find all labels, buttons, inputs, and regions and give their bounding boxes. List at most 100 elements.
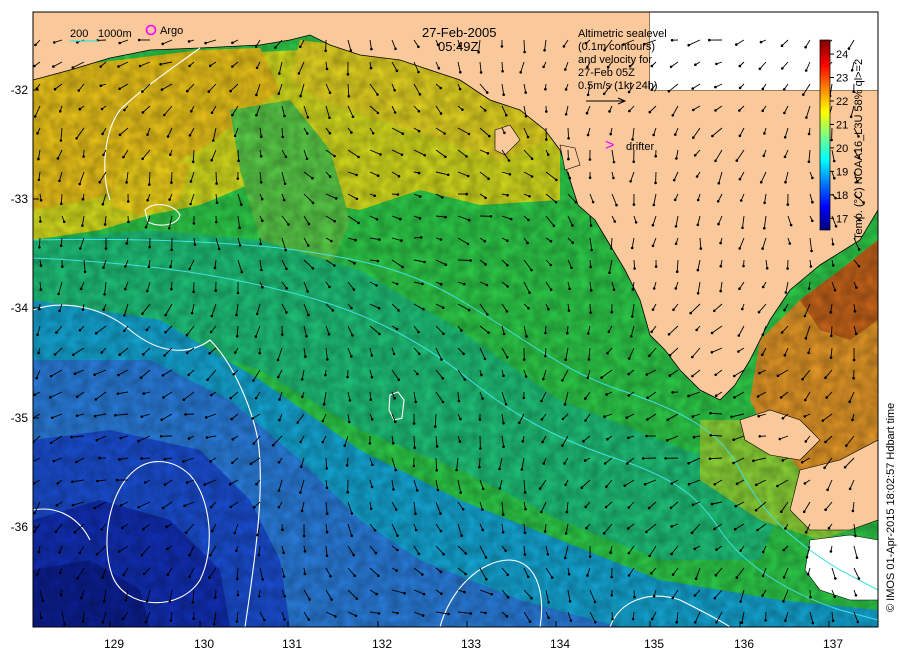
velocity-arrow-head xyxy=(687,482,691,486)
velocity-arrow-head xyxy=(714,373,717,377)
velocity-arrow-head xyxy=(695,328,698,332)
velocity-arrow-head xyxy=(830,334,833,338)
velocity-arrow-head xyxy=(481,528,485,532)
velocity-arrow-head xyxy=(252,379,255,382)
velocity-arrow-head xyxy=(691,415,695,418)
velocity-arrow-head xyxy=(58,179,61,183)
velocity-arrow-head xyxy=(231,461,234,465)
velocity-arrow-head xyxy=(325,486,329,490)
velocity-arrow-head xyxy=(802,510,806,513)
velocity-arrow-head xyxy=(611,617,614,621)
velocity-arrow-head xyxy=(484,196,487,200)
velocity-arrow-head xyxy=(95,438,99,442)
velocity-arrow-head xyxy=(855,286,858,289)
velocity-arrow-head xyxy=(757,414,760,418)
velocity-arrow-head xyxy=(738,134,742,138)
velocity-arrow-head xyxy=(351,334,354,337)
velocity-arrow-head xyxy=(443,132,446,135)
velocity-arrow-head xyxy=(141,312,144,316)
velocity-arrow-head xyxy=(489,215,493,218)
velocity-arrow-head xyxy=(699,247,703,250)
velocity-arrow-head xyxy=(446,173,450,177)
velocity-arrow-head xyxy=(612,160,616,164)
velocity-arrow-head xyxy=(652,133,655,137)
velocity-arrow-head xyxy=(523,531,527,535)
velocity-arrow-head xyxy=(854,332,858,336)
velocity-arrow-head xyxy=(523,491,527,494)
velocity-arrow-head xyxy=(654,181,657,185)
velocity-arrow-head xyxy=(118,458,121,461)
velocity-arrow-head xyxy=(691,355,694,359)
velocity-arrow-head xyxy=(256,533,259,537)
velocity-arrow-head xyxy=(695,175,699,178)
velocity-arrow-head xyxy=(542,377,545,381)
velocity-arrow-head xyxy=(376,259,380,263)
velocity-arrow-head xyxy=(563,462,566,465)
velocity-arrow-head xyxy=(161,506,165,510)
velocity-arrow-head xyxy=(612,176,615,180)
velocity-arrow-head xyxy=(164,331,167,334)
velocity-arrow-head xyxy=(57,292,60,296)
velocity-arrow-head xyxy=(166,135,170,138)
velocity-arrow-head xyxy=(550,576,554,579)
velocity-arrow-head xyxy=(784,291,788,294)
velocity-arrow-head xyxy=(230,417,233,421)
velocity-arrow-head xyxy=(607,330,611,334)
velocity-arrow-head xyxy=(93,506,96,510)
velocity-arrow-head xyxy=(71,503,75,507)
velocity-arrow-head xyxy=(783,308,786,312)
velocity-arrow xyxy=(478,457,481,468)
velocity-arrow-head xyxy=(284,248,288,252)
velocity-arrow-head xyxy=(755,483,758,487)
velocity-arrow-head xyxy=(498,467,501,471)
velocity-arrow-head xyxy=(56,157,60,160)
velocity-arrow-head xyxy=(602,531,606,535)
velocity-arrow-head xyxy=(807,132,811,136)
velocity-arrow-head xyxy=(500,45,504,48)
velocity-arrow-head xyxy=(735,576,739,579)
velocity-arrow-head xyxy=(627,551,631,555)
velocity-arrow-head xyxy=(141,90,144,93)
velocity-arrow-head xyxy=(584,397,587,400)
velocity-arrow-head xyxy=(417,129,421,133)
velocity-arrow-head xyxy=(159,435,163,438)
velocity-arrow xyxy=(38,237,41,248)
velocity-arrow-head xyxy=(627,574,631,577)
velocity-arrow-head xyxy=(278,418,281,422)
velocity-arrow-head xyxy=(522,396,526,400)
velocity-arrow-head xyxy=(633,595,636,599)
velocity-arrow-head xyxy=(38,246,41,249)
velocity-arrow-head xyxy=(691,503,695,507)
velocity-arrow-head xyxy=(627,357,631,360)
velocity-arrow-head xyxy=(311,267,315,270)
velocity-arrow-head xyxy=(782,548,786,552)
velocity-arrow xyxy=(501,61,504,72)
velocity-arrow-head xyxy=(608,271,611,275)
velocity-arrow-head xyxy=(694,621,697,624)
velocity-arrow-head xyxy=(824,440,827,444)
velocity-arrow-head xyxy=(440,358,443,361)
velocity-arrow-head xyxy=(826,488,829,492)
velocity-arrow-head xyxy=(36,132,39,135)
velocity-arrow-head xyxy=(547,616,550,619)
velocity-arrow-head xyxy=(73,530,77,534)
velocity-arrow-head xyxy=(325,512,329,515)
velocity-arrow-head xyxy=(544,354,547,358)
velocity-arrow-head xyxy=(261,578,265,581)
velocity-arrow-head xyxy=(561,444,564,447)
velocity-arrow-head xyxy=(94,332,98,335)
velocity-arrow-head xyxy=(354,614,358,618)
velocity-arrow-head xyxy=(478,418,482,421)
velocity-arrow-head xyxy=(308,598,311,601)
velocity-arrow-head xyxy=(416,372,419,376)
velocity-arrow-head xyxy=(138,64,142,68)
velocity-arrow-head xyxy=(717,222,720,226)
velocity-arrow-head xyxy=(693,594,697,597)
velocity-arrow-head xyxy=(831,242,835,246)
isobath-1000-label: 1000m xyxy=(98,28,132,40)
velocity-arrow-head xyxy=(300,509,304,513)
velocity-arrow-head xyxy=(276,358,280,362)
velocity-arrow-head xyxy=(58,309,61,313)
velocity-arrow-head xyxy=(333,220,337,223)
velocity-arrow-head xyxy=(307,222,311,226)
